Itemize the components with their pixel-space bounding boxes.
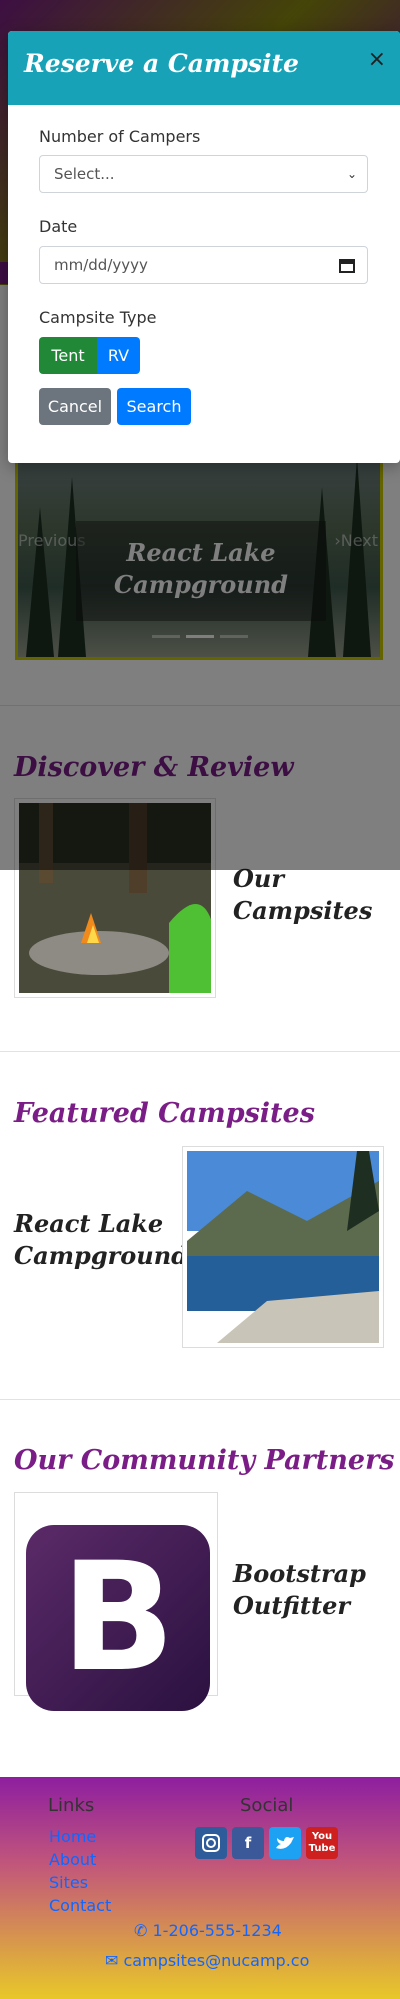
section-divider xyxy=(0,1051,400,1052)
featured-card-title: React Lake Campground xyxy=(14,1208,188,1272)
close-icon[interactable]: × xyxy=(368,47,386,72)
instagram-icon[interactable] xyxy=(195,1827,227,1859)
featured-card-title-line-1: React Lake xyxy=(14,1209,164,1238)
twitter-icon[interactable] xyxy=(269,1827,301,1859)
footer-phone-link[interactable]: ✆ 1-206-555-1234 xyxy=(134,1921,282,1940)
footer-link-home[interactable]: Home xyxy=(49,1827,96,1846)
footer-link-contact[interactable]: Contact xyxy=(49,1896,111,1915)
social-heading: Social xyxy=(240,1795,294,1816)
partner-card-title-line-1: Bootstrap xyxy=(233,1559,366,1588)
campers-selected-value: Select... xyxy=(54,165,115,183)
footer-email: campsites@nucamp.co xyxy=(123,1951,310,1970)
cancel-button[interactable]: Cancel xyxy=(39,388,111,425)
envelope-icon: ✉ xyxy=(105,1951,119,1970)
search-button[interactable]: Search xyxy=(117,388,191,425)
type-rv-button[interactable]: RV xyxy=(97,337,140,374)
campers-label: Number of Campers xyxy=(39,127,201,146)
reserve-campsite-modal: Reserve a Campsite × Number of Campers S… xyxy=(8,31,400,463)
youtube-label-line-1: You xyxy=(311,1831,333,1842)
partner-card-title-line-2: Outfitter xyxy=(233,1591,350,1620)
chevron-down-icon: ⌄ xyxy=(346,167,357,181)
discover-card-title-line-2: Campsites xyxy=(233,896,373,925)
youtube-label-line-2: Tube xyxy=(308,1843,336,1854)
partners-section-title: Our Community Partners xyxy=(14,1445,395,1476)
site-footer: Links Home About Sites Contact Social f … xyxy=(0,1777,400,1999)
footer-phone: 1-206-555-1234 xyxy=(152,1921,282,1940)
featured-image-card xyxy=(182,1146,384,1348)
footer-link-sites[interactable]: Sites xyxy=(49,1873,88,1892)
modal-header: Reserve a Campsite × xyxy=(8,31,400,105)
type-tent-button[interactable]: Tent xyxy=(39,337,97,374)
partner-card-title: Bootstrap Outfitter xyxy=(233,1558,366,1622)
lake-image xyxy=(187,1151,379,1343)
featured-card-title-line-2: Campground xyxy=(14,1241,188,1270)
date-placeholder: mm/dd/yyyy xyxy=(54,256,148,274)
date-label: Date xyxy=(39,217,78,236)
footer-email-link[interactable]: ✉ campsites@nucamp.co xyxy=(105,1951,309,1970)
links-heading: Links xyxy=(48,1795,95,1816)
section-divider xyxy=(0,1399,400,1400)
discover-card-title: Our Campsites xyxy=(233,863,372,927)
campers-select[interactable]: Select... ⌄ xyxy=(39,155,368,193)
calendar-icon[interactable] xyxy=(339,257,355,273)
bootstrap-logo: B xyxy=(26,1525,210,1711)
modal-title: Reserve a Campsite xyxy=(24,49,299,78)
facebook-icon[interactable]: f xyxy=(232,1827,264,1859)
date-input[interactable]: mm/dd/yyyy xyxy=(39,246,368,284)
featured-section-title: Featured Campsites xyxy=(14,1098,315,1129)
footer-link-about[interactable]: About xyxy=(49,1850,96,1869)
youtube-icon[interactable]: You Tube xyxy=(306,1827,338,1859)
type-label: Campsite Type xyxy=(39,308,157,327)
phone-icon: ✆ xyxy=(134,1921,148,1940)
